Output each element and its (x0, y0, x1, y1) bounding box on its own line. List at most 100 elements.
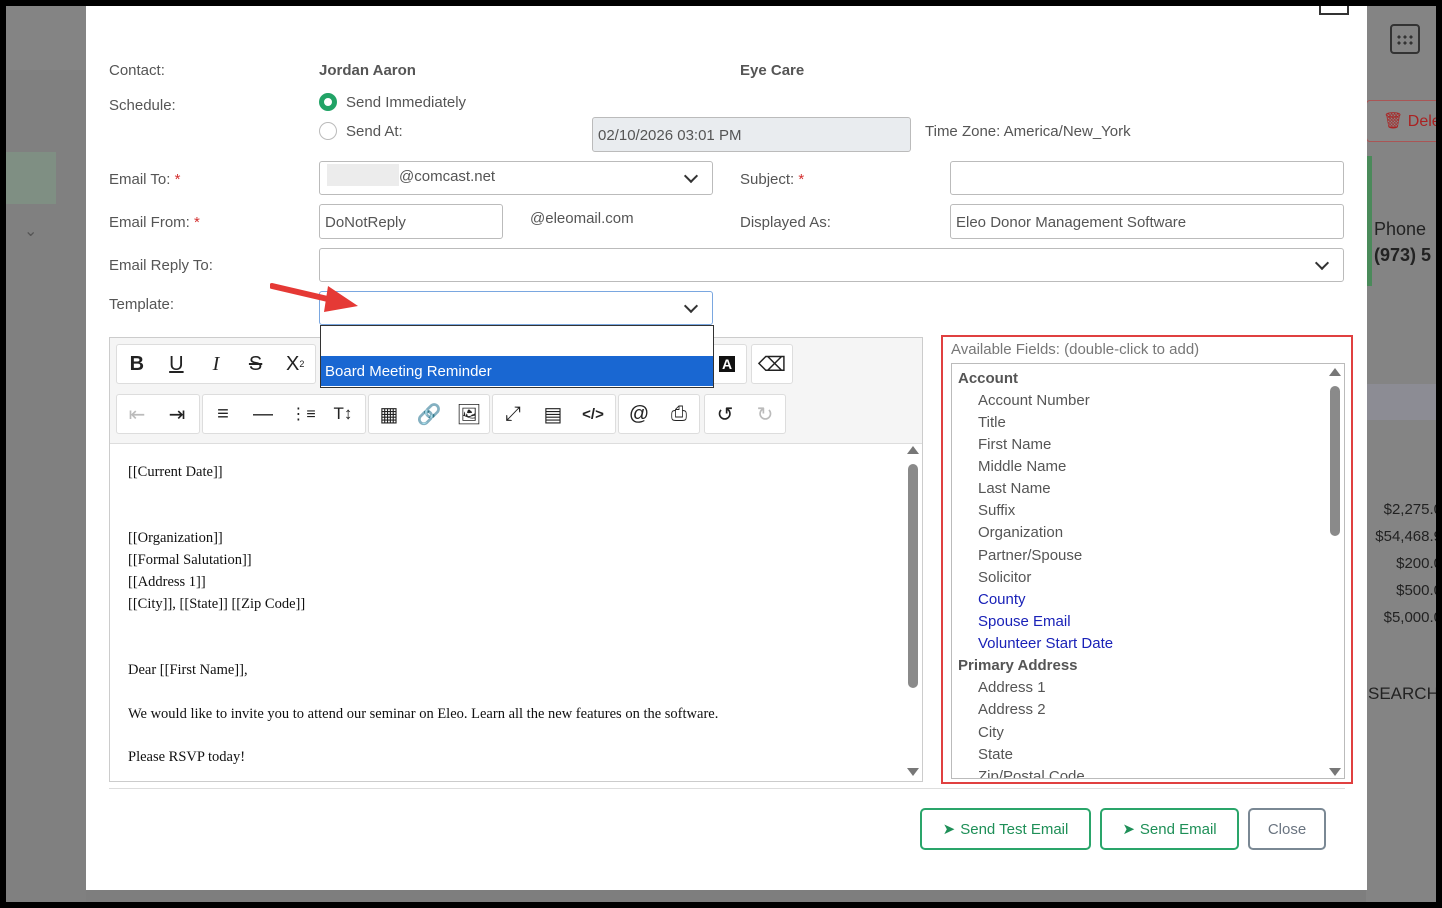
source-code-icon[interactable]: </> (573, 395, 613, 433)
horizontal-rule-icon[interactable]: — (243, 395, 283, 433)
contact-label: Contact: (109, 62, 165, 79)
field-item[interactable]: City (978, 724, 1004, 741)
content-line: [[Address 1]] (128, 574, 206, 590)
send-immediately-radio[interactable] (319, 93, 337, 111)
mention-icon[interactable]: @ (619, 395, 659, 433)
email-from-label: Email From: * (109, 214, 200, 231)
field-item[interactable]: Title (978, 414, 1006, 431)
italic-icon[interactable]: I (196, 345, 236, 383)
content-line: Dear [[First Name]], (128, 662, 248, 678)
fields-scrollbar[interactable] (1328, 368, 1342, 776)
email-domain: @eleomail.com (530, 210, 634, 227)
table-icon[interactable]: ▦ (369, 395, 409, 433)
underline-icon[interactable]: U (157, 345, 197, 383)
field-item[interactable]: Address 1 (978, 679, 1046, 696)
email-from-input[interactable]: DoNotReply (319, 204, 503, 239)
custom-field-item[interactable]: Spouse Email (978, 613, 1071, 630)
background-amounts: $2,275.0 $54,468.9 $200.0 $500.0 $5,000.… (1366, 496, 1436, 631)
undo-icon[interactable]: ↺ (705, 395, 745, 433)
subscript-icon[interactable]: X2 (275, 345, 315, 383)
custom-field-item[interactable]: County (978, 591, 1026, 608)
ordered-list-icon[interactable]: ⋮≡ (283, 395, 323, 433)
subject-input[interactable] (950, 161, 1344, 195)
timezone-label: Time Zone: America/New_York (925, 123, 1131, 140)
redacted-email-mask (327, 164, 399, 187)
eraser-icon[interactable]: ⌫ (752, 345, 792, 383)
scroll-up-icon[interactable] (1329, 368, 1341, 376)
fullscreen-icon[interactable]: ⤢ (493, 395, 533, 433)
available-fields-title: Available Fields: (double-click to add) (951, 341, 1200, 358)
link-icon[interactable]: 🔗 (409, 395, 449, 433)
chevron-down-icon (1314, 255, 1330, 271)
send-test-email-button[interactable]: ➤ Send Test Email (920, 808, 1091, 850)
font-size-icon[interactable]: T↕ (323, 395, 363, 433)
indent-group: ⇤ ⇥ (116, 394, 200, 434)
field-item[interactable]: Solicitor (978, 569, 1031, 586)
field-item[interactable]: State (978, 746, 1013, 763)
scroll-down-icon[interactable] (1329, 768, 1341, 776)
background-amount: $54,468.9 (1375, 528, 1436, 545)
editor-content[interactable]: [[Current Date]] [[Organization]] [[Form… (110, 444, 906, 781)
template-label: Template: (109, 296, 175, 313)
scroll-down-icon[interactable] (907, 768, 919, 776)
schedule-label: Schedule: (109, 97, 176, 114)
outdent-icon[interactable]: ⇤ (117, 395, 157, 433)
custom-field-item[interactable]: Volunteer Start Date (978, 635, 1113, 652)
email-to-label-text: Email To: (109, 171, 171, 188)
send-at-label: Send At: (346, 123, 403, 140)
paragraph-group: ≡ — ⋮≡ T↕ (202, 394, 366, 434)
send-email-label: Send Email (1139, 820, 1217, 838)
insert-group: ▦ 🔗 🖼 (368, 394, 490, 434)
required-mark: * (194, 214, 200, 231)
strikethrough-icon[interactable]: S (236, 345, 276, 383)
background-amount: $500.0 (1396, 582, 1436, 599)
available-fields-list[interactable]: Account Account Number Title First Name … (951, 363, 1345, 779)
content-line: [[Formal Salutation]] (128, 552, 252, 568)
content-line: Please RSVP today! (128, 749, 246, 765)
scroll-thumb[interactable] (908, 464, 918, 688)
field-item[interactable]: Last Name (978, 480, 1051, 497)
send-at-datetime-field: 02/10/2026 03:01 PM (592, 117, 911, 152)
modal-close-icon[interactable] (1319, 6, 1349, 15)
editor-scrollbar[interactable] (906, 446, 920, 776)
field-group-account: Account (958, 370, 1018, 387)
scroll-up-icon[interactable] (907, 446, 919, 454)
template-option-board-meeting-reminder[interactable]: Board Meeting Reminder (321, 356, 713, 386)
send-at-radio[interactable] (319, 122, 337, 140)
email-to-select[interactable]: @comcast.net (319, 161, 713, 195)
field-item[interactable]: Partner/Spouse (978, 547, 1082, 564)
view-group: ⤢ ▤ </> (492, 394, 616, 434)
close-button[interactable]: Close (1248, 808, 1326, 850)
available-fields-panel: Available Fields: (double-click to add) … (941, 335, 1353, 784)
align-left-icon[interactable]: ≡ (203, 395, 243, 433)
required-mark: * (798, 171, 805, 188)
field-item[interactable]: Organization (978, 524, 1063, 541)
field-item[interactable]: Suffix (978, 502, 1015, 519)
redo-icon[interactable]: ↻ (745, 395, 785, 433)
scroll-thumb[interactable] (1330, 386, 1340, 536)
send-email-button[interactable]: ➤ Send Email (1100, 808, 1239, 850)
template-select[interactable] (319, 291, 713, 325)
content-line: [[Organization]] (128, 530, 223, 546)
field-item[interactable]: Zip/Postal Code (978, 768, 1085, 778)
print-icon[interactable]: ⎙ (659, 395, 699, 433)
bold-icon[interactable]: B (117, 345, 157, 383)
email-to-label: Email To: * (109, 171, 180, 188)
background-amount: $200.0 (1396, 555, 1436, 572)
displayed-as-input[interactable]: Eleo Donor Management Software (950, 204, 1344, 239)
template-option[interactable] (321, 326, 713, 356)
image-icon[interactable]: 🖼 (449, 395, 489, 433)
contact-organization: Eye Care (740, 62, 805, 79)
send-email-modal: Contact: Jordan Aaron Eye Care Schedule:… (86, 6, 1367, 890)
history-group: ↺ ↻ (704, 394, 786, 434)
email-body-editor: B U I S X2 A ⌫ ⇤ ⇥ ≡ — ⋮≡ T↕ ▦ 🔗 🖼 ⤢ ▤ <… (109, 337, 923, 782)
send-test-email-label: Send Test Email (960, 820, 1069, 838)
field-item[interactable]: Address 2 (978, 701, 1046, 718)
field-item[interactable]: Account Number (978, 392, 1090, 409)
send-icon: ➤ (1122, 821, 1135, 838)
reply-to-select[interactable] (319, 248, 1344, 282)
indent-icon[interactable]: ⇥ (157, 395, 197, 433)
field-item[interactable]: Middle Name (978, 458, 1066, 475)
field-item[interactable]: First Name (978, 436, 1051, 453)
layout-icon[interactable]: ▤ (533, 395, 573, 433)
